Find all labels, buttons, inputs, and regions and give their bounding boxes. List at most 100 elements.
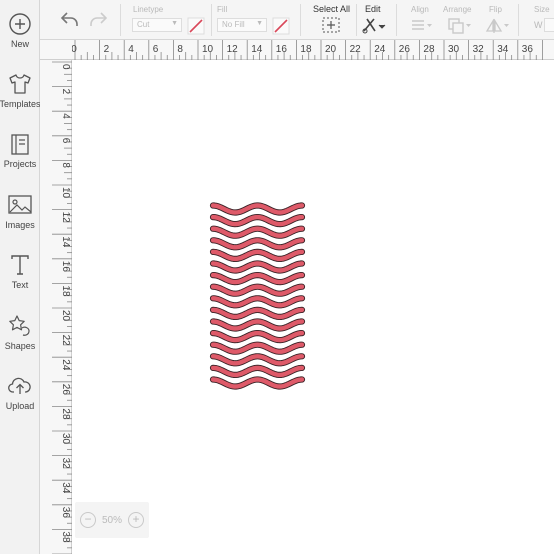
ruler-top-label: 26 [399, 44, 411, 55]
left-sidebar: New Templates Projects Images Text Shape… [0, 0, 41, 554]
wave-stripe[interactable] [210, 214, 305, 227]
sidebar-item-shapes[interactable]: Shapes [0, 314, 40, 370]
toolbar-divider [356, 4, 357, 36]
sidebar-item-label: Templates [0, 99, 41, 109]
edit-label: Edit [365, 4, 381, 14]
ruler-top-label: 16 [276, 44, 288, 55]
zoom-in-button[interactable]: + [127, 512, 144, 528]
sidebar-item-label: Text [11, 280, 29, 290]
toolbar-divider [518, 4, 519, 36]
ruler-top-label: 36 [522, 44, 534, 55]
ruler-top-label: 18 [300, 44, 312, 55]
toolbar-divider [120, 4, 121, 36]
wave-stripe[interactable] [210, 307, 305, 320]
wave-stripe[interactable] [210, 249, 305, 262]
ruler-top-label: 0 [72, 44, 77, 55]
linetype-select[interactable]: Cut ▼ [132, 18, 182, 32]
ruler-left-label: 12 [60, 212, 71, 224]
ruler-left-label: 20 [60, 310, 71, 322]
book-icon [11, 134, 29, 155]
top-toolbar: Linetype Cut ▼ Fill No Fill ▼ Select All… [40, 0, 554, 40]
wave-stripe[interactable] [210, 354, 305, 366]
ruler-left-label: 16 [60, 261, 71, 273]
cloud-upload-icon [8, 377, 31, 394]
wave-stripe[interactable] [210, 203, 305, 215]
tshirt-icon [9, 74, 31, 94]
wave-stripe[interactable] [210, 342, 305, 354]
ruler-left-label: 36 [60, 507, 71, 519]
ruler-left-label: 22 [60, 335, 71, 347]
sidebar-item-text[interactable]: Text [0, 253, 40, 309]
ruler-top-label: 22 [350, 44, 362, 55]
fill-value: No Fill [222, 20, 245, 29]
zoom-level: 50% [101, 514, 122, 526]
ruler-left-label: 28 [60, 408, 71, 420]
ruler-top-label: 6 [153, 44, 159, 55]
toolbar-divider [300, 4, 301, 36]
wave-stripe[interactable] [210, 261, 305, 273]
ruler-top-label: 8 [177, 44, 183, 55]
ruler-left-label: 14 [60, 236, 71, 248]
ruler-left-label: 32 [60, 458, 71, 470]
sidebar-item-projects[interactable]: Projects [0, 132, 40, 188]
ruler-top-label: 4 [128, 44, 134, 55]
ruler-left-label: 0 [60, 64, 71, 70]
undo-icon[interactable] [60, 10, 80, 28]
size-width-field[interactable] [544, 18, 554, 32]
wave-stripe[interactable] [210, 365, 305, 378]
ruler-top-label: 30 [448, 44, 460, 55]
plus-circle-icon [9, 13, 31, 35]
wave-stripe[interactable] [210, 296, 305, 308]
linetype-value: Cut [137, 20, 150, 29]
size-width-label: W [534, 20, 543, 30]
ruler-left: 0 2 4 6 8 10 12 14 16 18 20 22 24 26 28 30 32 34 36 38 [52, 60, 72, 554]
wave-stripe[interactable] [210, 226, 305, 238]
align-label: Align [411, 5, 429, 14]
chevron-down-icon: ▼ [171, 20, 178, 27]
sidebar-item-new[interactable]: New [0, 12, 40, 68]
arrange-label: Arrange [443, 5, 472, 14]
ruler-top-label: 24 [374, 44, 386, 55]
select-all-icon[interactable] [321, 16, 341, 34]
fill-color-icon[interactable] [272, 17, 290, 35]
wave-design[interactable] [73, 61, 554, 554]
toolbar-divider [396, 4, 397, 36]
ruler-left-label: 24 [60, 359, 71, 371]
ruler-top-label: 2 [104, 44, 110, 55]
ruler-left-label: 10 [60, 187, 71, 199]
redo-icon[interactable] [88, 10, 108, 28]
sidebar-item-templates[interactable]: Templates [0, 72, 41, 128]
ruler-strip [40, 60, 52, 554]
wave-stripe[interactable] [210, 377, 305, 389]
align-icon[interactable] [410, 18, 434, 34]
arrange-icon[interactable] [447, 17, 473, 35]
wave-stripe[interactable] [210, 238, 305, 250]
size-label: Size [534, 5, 550, 14]
ruler-top-label: 14 [251, 44, 263, 55]
ruler-left-label: 26 [60, 384, 71, 396]
select-all-label: Select All [313, 4, 351, 14]
ruler-left-label: 18 [60, 285, 71, 297]
shapes-icon [9, 315, 30, 336]
ruler-left-label: 6 [60, 138, 71, 144]
wave-stripe[interactable] [210, 284, 305, 296]
linetype-color-icon[interactable] [187, 17, 205, 35]
edit-tools-icon[interactable] [361, 16, 387, 34]
sidebar-item-upload[interactable]: Upload [0, 374, 40, 430]
wave-stripe[interactable] [210, 330, 305, 343]
fill-label: Fill [217, 5, 228, 14]
ruler-left-label: 8 [60, 162, 71, 168]
ruler-top-ticks: 0 2 4 6 8 10 12 14 16 18 20 22 24 26 28 30 32 34 36 [72, 40, 543, 60]
ruler-top-label: 20 [325, 44, 337, 55]
wave-stripe[interactable] [210, 319, 305, 331]
sidebar-item-label: Upload [5, 401, 35, 411]
ruler-top-label: 28 [423, 44, 435, 55]
wave-stripe[interactable] [210, 272, 305, 285]
ruler-left-label: 4 [60, 113, 71, 119]
flip-icon[interactable] [485, 17, 511, 35]
design-canvas[interactable] [73, 61, 554, 554]
sidebar-item-images[interactable]: Images [0, 193, 40, 249]
fill-select[interactable]: No Fill ▼ [217, 18, 267, 32]
zoom-out-button[interactable]: − [80, 512, 96, 528]
flip-label: Flip [489, 5, 502, 14]
